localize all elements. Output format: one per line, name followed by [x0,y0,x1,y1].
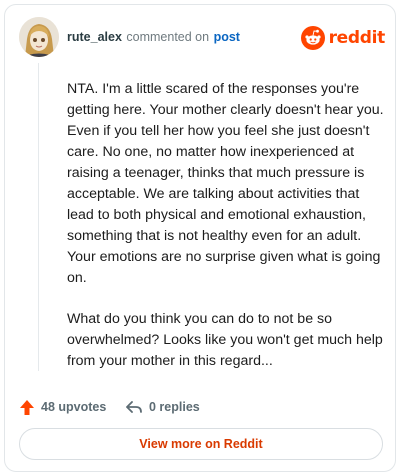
action-text: commented on [126,30,210,44]
comment-header: rute_alex commented on post reddit [19,17,385,57]
upvote-arrow-icon [20,399,34,415]
thread-line [38,63,39,371]
username[interactable]: rute_alex [67,30,122,44]
user-avatar[interactable] [19,17,59,57]
reddit-logo[interactable]: reddit [300,25,386,51]
upvote-button[interactable]: 48 upvotes [19,395,106,419]
comment-paragraph: What do you think you can do to not be s… [67,311,383,369]
replies-button[interactable]: 0 replies [125,395,200,419]
view-more-button[interactable]: View more on Reddit [19,428,383,460]
avatar-image [19,17,59,57]
comment-body: NTA. I'm a little scared of the response… [67,79,387,392]
comment-actions: 48 upvotes 0 replies [19,395,385,419]
reddit-snoo-icon [300,26,325,50]
upvote-count: 48 upvotes [41,400,107,414]
comment-paragraph: NTA. I'm a little scared of the response… [67,81,384,286]
reply-count: 0 replies [149,400,200,414]
brand-wordmark: reddit [328,28,386,48]
reply-arrow-icon [126,401,142,413]
comment-meta: rute_alex commented on post [67,30,240,44]
post-link[interactable]: post [214,30,240,44]
comment-embed-card: rute_alex commented on post reddit NTA. … [4,4,396,472]
